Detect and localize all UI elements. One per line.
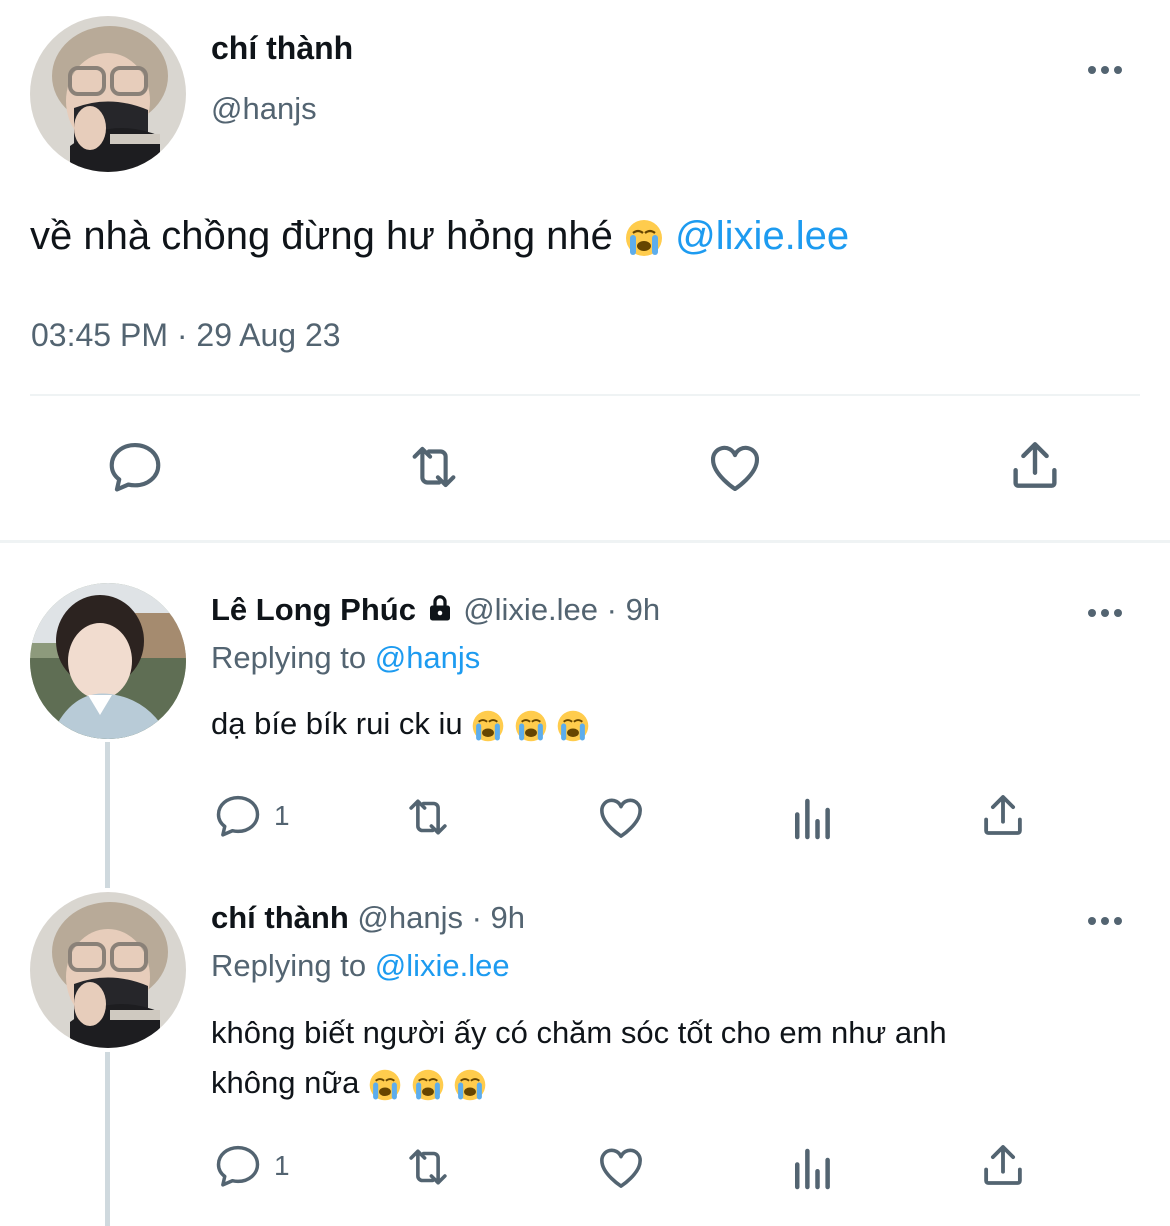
share-button[interactable] [976,788,1030,842]
replying-to: Replying to @hanjs [211,640,480,676]
reply-author-handle[interactable]: @lixie.lee [463,592,598,627]
replying-to: Replying to @lixie.lee [211,948,510,984]
author-name[interactable]: chí thành [211,30,353,67]
reply-text: không biết người ấy có chăm sóc tốt cho … [211,1008,947,1108]
replying-label: Replying to [211,948,367,983]
replying-to-link[interactable]: @lixie.lee [375,948,510,983]
stats-icon [786,792,840,846]
like-icon [594,790,648,844]
replying-to-link[interactable]: @hanjs [375,640,481,675]
stats-icon [786,1142,840,1196]
tweet-text: về nhà chồng đừng hư hỏng nhé @lixie.lee [30,214,849,259]
tweet-timestamp[interactable]: 03:45 PM · 29 Aug 23 [31,317,341,354]
retweet-button[interactable] [398,790,458,844]
lock-icon [429,595,450,621]
reply-author-name[interactable]: chí thành [211,900,349,935]
reply-icon [212,1140,264,1192]
loudly-crying-face-icon [411,1068,445,1102]
share-button[interactable] [1004,434,1066,496]
views-button[interactable] [786,1142,840,1196]
like-icon [594,1140,648,1194]
reply-body-line: không biết người ấy có chăm sóc tốt cho … [211,1015,947,1050]
reply-author-name[interactable]: Lê Long Phúc [211,592,416,627]
more-options-icon[interactable] [1088,912,1128,926]
reply-count: 1 [274,800,290,831]
reply-author-handle[interactable]: @hanjs [357,900,463,935]
share-icon [1004,434,1066,496]
replying-label: Replying to [211,640,367,675]
reply-count: 1 [274,1150,290,1181]
reply-time[interactable]: · 9h [607,592,660,627]
more-options-icon[interactable] [1088,604,1128,618]
loudly-crying-face-icon [514,709,548,743]
reply-time[interactable]: · 9h [472,900,525,935]
like-button[interactable] [704,436,766,498]
mention-link[interactable]: @lixie.lee [675,214,849,258]
reply-header: chí thành @hanjs · 9h [211,900,525,936]
retweet-button[interactable] [398,1140,458,1194]
loudly-crying-face-icon [624,218,664,258]
loudly-crying-face-icon [453,1068,487,1102]
more-options-icon[interactable] [1088,61,1128,75]
share-button[interactable] [976,1138,1030,1192]
retweet-button[interactable] [400,436,468,498]
reply-header: Lê Long Phúc @lixie.lee · 9h [211,592,660,628]
retweet-icon [400,436,468,498]
reply-button[interactable] [104,436,166,498]
reply-icon [104,436,166,498]
share-icon [976,1138,1030,1192]
views-button[interactable] [786,792,840,846]
divider [30,394,1140,396]
reply-body-line-2: không nữa [211,1058,947,1108]
reply-avatar[interactable] [30,583,186,739]
like-button[interactable] [594,1140,648,1194]
loudly-crying-face-icon [556,709,590,743]
reply-body: dạ bíe bík rui ck iu [211,706,463,741]
tweet-body: về nhà chồng đừng hư hỏng nhé [30,214,613,258]
reply-button[interactable]: 1 [212,1140,290,1192]
reply-icon [212,790,264,842]
loudly-crying-face-icon [471,709,505,743]
thread-line [105,742,110,888]
loudly-crying-face-icon [368,1068,402,1102]
author-avatar[interactable] [30,16,186,172]
section-divider [0,540,1170,543]
reply-avatar[interactable] [30,892,186,1048]
share-icon [976,788,1030,842]
like-button[interactable] [594,790,648,844]
reply-text: dạ bíe bík rui ck iu [211,706,590,743]
retweet-icon [398,790,458,844]
thread-line [105,1052,110,1226]
like-icon [704,436,766,498]
reply-button[interactable]: 1 [212,790,290,842]
reply-body-line: không nữa [211,1065,360,1100]
author-handle[interactable]: @hanjs [211,91,317,127]
retweet-icon [398,1140,458,1194]
